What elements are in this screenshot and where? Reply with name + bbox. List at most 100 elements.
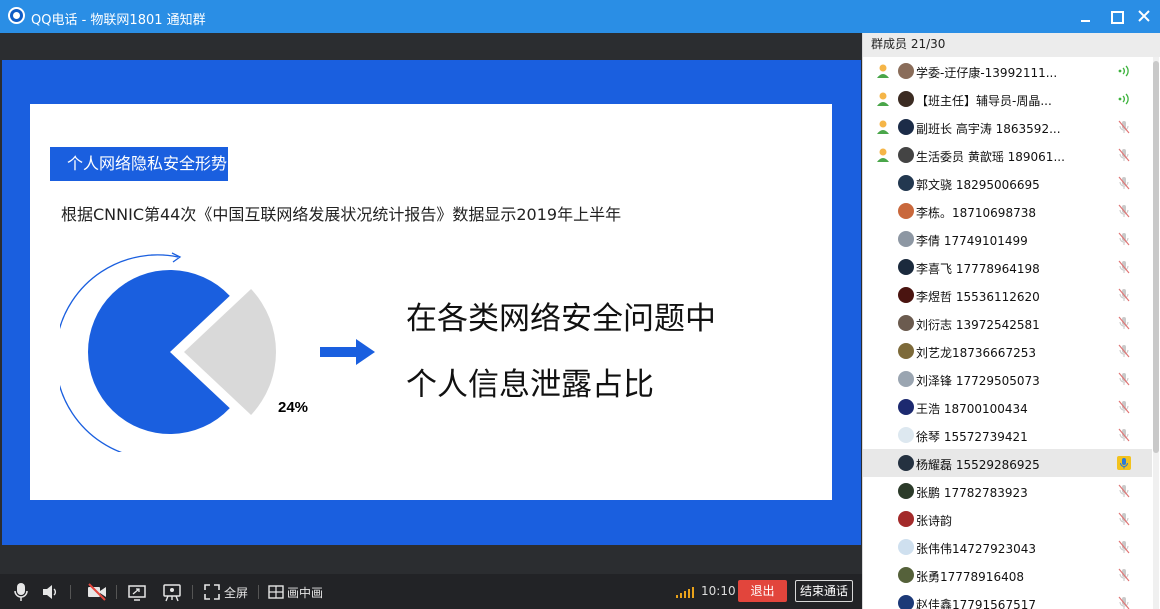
- member-row[interactable]: 李喜飞 17778964198: [863, 253, 1152, 281]
- member-name: 副班长 高宇涛 1863592...: [916, 122, 1061, 136]
- member-name: 杨耀磊 15529286925: [916, 458, 1040, 472]
- member-row[interactable]: 郭文骁 18295006695: [863, 169, 1152, 197]
- member-row[interactable]: 生活委员 黄歆瑶 189061...: [863, 141, 1152, 169]
- member-list[interactable]: 学委-迂仔康-13992111... 【班主任】辅导员-周晶... 副班长 高宇涛 …: [863, 57, 1152, 609]
- avatar: [898, 483, 914, 499]
- avatar: [898, 567, 914, 583]
- mic-muted-icon: [1118, 288, 1130, 302]
- avatar: [898, 91, 914, 107]
- member-row[interactable]: 刘衍志 13972542581: [863, 309, 1152, 337]
- avatar: [898, 287, 914, 303]
- microphone-icon[interactable]: [14, 582, 28, 602]
- avatar: [898, 511, 914, 527]
- exit-button[interactable]: 退出: [738, 580, 787, 602]
- member-row[interactable]: 李栋。18710698738: [863, 197, 1152, 225]
- member-name: 学委-迂仔康-13992111...: [916, 66, 1058, 80]
- member-name: 【班主任】辅导员-周晶...: [916, 94, 1052, 108]
- avatar: [898, 427, 914, 443]
- active-microphone-icon: [1117, 456, 1131, 470]
- slide-headline-line2: 个人信息泄露占比: [406, 367, 654, 403]
- member-row[interactable]: 张勇17778916408: [863, 561, 1152, 589]
- member-row[interactable]: 赵佳鑫17791567517: [863, 589, 1152, 609]
- minimize-button[interactable]: [1076, 6, 1096, 26]
- mic-muted-icon: [1118, 540, 1130, 554]
- mic-muted-icon: [1118, 512, 1130, 526]
- admin-user-icon: [877, 148, 889, 162]
- member-name: 张伟伟14727923043: [916, 542, 1036, 556]
- toolbar-divider: [258, 585, 259, 599]
- scrollbar-thumb[interactable]: [1153, 61, 1159, 453]
- avatar: [898, 259, 914, 275]
- pie-rotation-arrowhead: [171, 252, 182, 263]
- member-row[interactable]: 张鹏 17782783923: [863, 477, 1152, 505]
- avatar: [898, 119, 914, 135]
- toolbar-divider: [116, 585, 117, 599]
- member-name: 刘泽锋 17729505073: [916, 374, 1040, 388]
- member-row[interactable]: 刘艺龙18736667253: [863, 337, 1152, 365]
- maximize-button[interactable]: [1106, 6, 1126, 26]
- toolbar-divider: [70, 585, 71, 599]
- network-signal-icon: [676, 586, 696, 598]
- admin-user-icon: [877, 64, 889, 78]
- camera-off-icon[interactable]: [87, 582, 107, 602]
- close-button[interactable]: [1134, 6, 1154, 26]
- member-name: 刘艺龙18736667253: [916, 346, 1036, 360]
- mic-muted-icon: [1118, 316, 1130, 330]
- slide-content-card: 个人网络隐私安全形势 根据CNNIC第44次《中国互联网络发展状况统计报告》数据…: [30, 104, 832, 500]
- pie-percent-label: 24%: [278, 399, 308, 416]
- fullscreen-button[interactable]: 全屏: [224, 584, 248, 601]
- member-list-scrollbar[interactable]: [1153, 57, 1159, 609]
- avatar: [898, 371, 914, 387]
- shared-screen-area[interactable]: 个人网络隐私安全形势 根据CNNIC第44次《中国互联网络发展状况统计报告》数据…: [0, 33, 862, 574]
- member-name: 张诗韵: [916, 514, 953, 528]
- mic-muted-icon: [1118, 204, 1130, 218]
- picture-in-picture-button[interactable]: 画中画: [287, 584, 323, 601]
- whiteboard-icon[interactable]: [163, 582, 181, 602]
- avatar: [898, 147, 914, 163]
- speaker-icon[interactable]: [41, 582, 59, 602]
- mic-muted-icon: [1118, 596, 1130, 609]
- call-toolbar: 全屏 画中画 10:10 退出 结束通话: [0, 574, 862, 609]
- pie-chart: 24%: [60, 252, 308, 452]
- member-row[interactable]: 刘泽锋 17729505073: [863, 365, 1152, 393]
- member-row[interactable]: 李倩 17749101499: [863, 225, 1152, 253]
- member-name: 赵佳鑫17791567517: [916, 598, 1036, 609]
- end-call-button[interactable]: 结束通话: [795, 580, 853, 602]
- avatar: [898, 315, 914, 331]
- speaking-icon: [1118, 65, 1129, 77]
- member-row[interactable]: 张伟伟14727923043: [863, 533, 1152, 561]
- mic-muted-icon: [1118, 344, 1130, 358]
- window-title: QQ电话 - 物联网1801 通知群: [31, 13, 206, 28]
- member-name: 李栋。18710698738: [916, 206, 1036, 220]
- member-name: 张勇17778916408: [916, 570, 1024, 584]
- member-row[interactable]: 徐琴 15572739421: [863, 421, 1152, 449]
- member-row[interactable]: 学委-迂仔康-13992111...: [863, 57, 1152, 85]
- fullscreen-icon[interactable]: [204, 582, 220, 602]
- mic-muted-icon: [1118, 568, 1130, 582]
- member-name: 生活委员 黄歆瑶 189061...: [916, 150, 1065, 164]
- member-row[interactable]: 【班主任】辅导员-周晶...: [863, 85, 1152, 113]
- member-row[interactable]: 李煜哲 15536112620: [863, 281, 1152, 309]
- mic-muted-icon: [1118, 484, 1130, 498]
- mic-muted-icon: [1118, 260, 1130, 274]
- avatar: [898, 539, 914, 555]
- mic-muted-icon: [1118, 400, 1130, 414]
- member-row[interactable]: 杨耀磊 15529286925: [863, 449, 1152, 477]
- screen-share-icon[interactable]: [128, 582, 146, 602]
- presentation-slide: 个人网络隐私安全形势 根据CNNIC第44次《中国互联网络发展状况统计报告》数据…: [2, 60, 861, 545]
- admin-user-icon: [877, 120, 889, 134]
- member-name: 徐琴 15572739421: [916, 430, 1028, 444]
- slide-section-tag: 个人网络隐私安全形势: [50, 147, 228, 181]
- avatar: [898, 343, 914, 359]
- member-row[interactable]: 副班长 高宇涛 1863592...: [863, 113, 1152, 141]
- member-row[interactable]: 张诗韵: [863, 505, 1152, 533]
- member-row[interactable]: 王浩 18700100434: [863, 393, 1152, 421]
- qq-logo-icon: [8, 7, 25, 24]
- mic-muted-icon: [1118, 176, 1130, 190]
- member-name: 李倩 17749101499: [916, 234, 1028, 248]
- avatar: [898, 231, 914, 247]
- picture-in-picture-icon[interactable]: [268, 582, 284, 602]
- member-name: 王浩 18700100434: [916, 402, 1028, 416]
- title-bar: QQ电话 - 物联网1801 通知群: [0, 0, 1160, 33]
- member-name: 李煜哲 15536112620: [916, 290, 1040, 304]
